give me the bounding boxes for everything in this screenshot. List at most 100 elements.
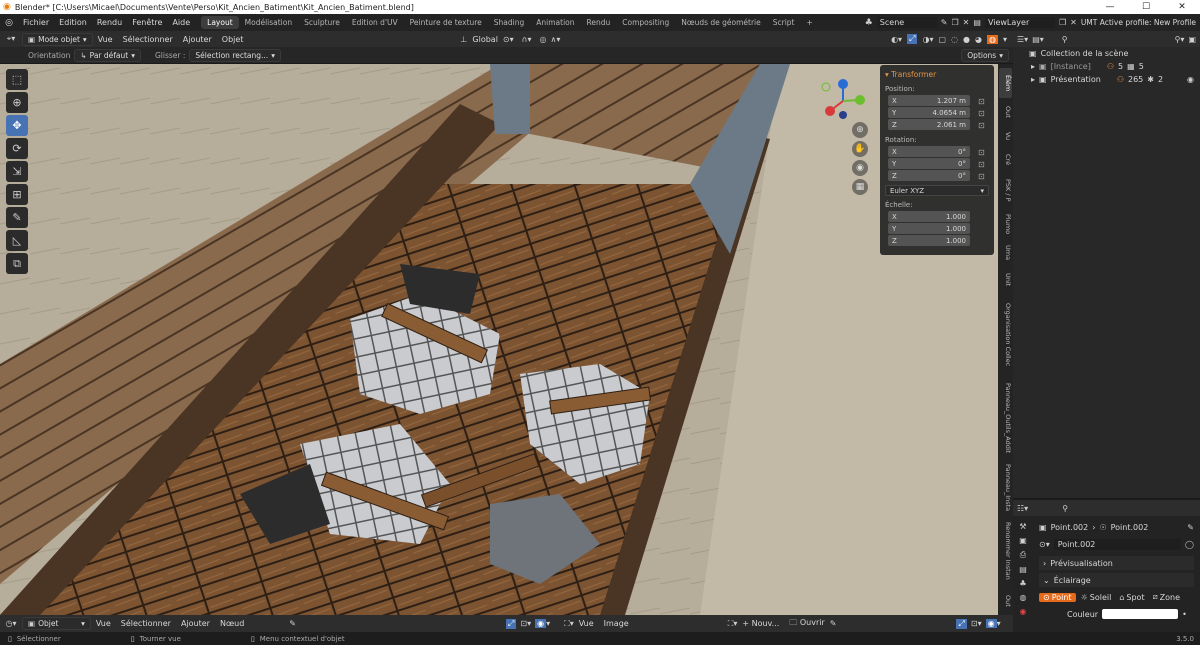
transform-tool-icon[interactable]: ⊞ bbox=[6, 184, 28, 205]
drag-dropdown[interactable]: Sélection rectang... ▾ bbox=[189, 48, 281, 62]
expand-arrow-icon[interactable]: ▸ bbox=[1031, 75, 1035, 84]
search-icon[interactable]: ⚲ bbox=[1062, 35, 1068, 44]
editor-type-icon[interactable]: ⌖▾ bbox=[0, 34, 22, 44]
outliner-editor-icon[interactable]: ☰▾ bbox=[1017, 35, 1028, 44]
tab-rendu[interactable]: Rendu bbox=[581, 16, 617, 29]
snap-icon[interactable]: ∩▾ bbox=[522, 35, 532, 44]
tab-organisation-collec[interactable]: Organisation Collec bbox=[999, 296, 1012, 374]
pin-icon[interactable]: ✎ bbox=[289, 619, 296, 628]
close-button[interactable]: ✕ bbox=[1164, 2, 1200, 12]
tab-compositing[interactable]: Compositing bbox=[616, 16, 675, 29]
tab-out[interactable]: Out bbox=[999, 102, 1012, 122]
light-type-area[interactable]: ⧄ Zone bbox=[1150, 592, 1183, 602]
tab-noeuds-geometrie[interactable]: Nœuds de géométrie bbox=[675, 16, 766, 29]
view-toggle-icon[interactable]: ◉ bbox=[985, 619, 997, 628]
object-mode-selector[interactable]: ▣ Objet ▾ bbox=[22, 617, 91, 630]
position-y-field[interactable]: Y 4.0654 m bbox=[888, 107, 970, 118]
copy-icon[interactable]: ❐ bbox=[952, 18, 959, 27]
menu-vue-bottom[interactable]: Vue bbox=[91, 619, 116, 628]
scale-x-field[interactable]: X 1.000 bbox=[888, 211, 970, 222]
color-swatch[interactable] bbox=[1102, 609, 1179, 619]
tab-element[interactable]: Élém bbox=[999, 68, 1012, 98]
tab-layout[interactable]: Layout bbox=[201, 16, 239, 29]
rotation-z-field[interactable]: Z 0° bbox=[888, 170, 970, 181]
scene-tab-icon[interactable]: ♣ bbox=[1019, 579, 1026, 588]
timeline-editor-icon[interactable]: ◷▾ bbox=[0, 619, 22, 628]
gizmo-toggle-icon[interactable]: ⤢ bbox=[505, 618, 517, 629]
maximize-button[interactable]: ☐ bbox=[1128, 2, 1164, 12]
image-browse-icon[interactable]: ⛶▾ bbox=[728, 619, 738, 629]
tab-out-2[interactable]: Out bbox=[999, 590, 1012, 612]
properties-search-icon[interactable]: ⚲ bbox=[1062, 504, 1068, 513]
tab-panneau-insta[interactable]: Panneau_Insta bbox=[999, 464, 1012, 511]
world-tab-icon[interactable]: ◍ bbox=[1020, 593, 1027, 602]
tab-edition-uv[interactable]: Edition d'UV bbox=[346, 16, 404, 29]
render-tab-icon[interactable]: ▣ bbox=[1019, 536, 1027, 545]
gizmo-toggle-icon[interactable]: ⤢ bbox=[907, 34, 918, 44]
tab-creer[interactable]: Cré bbox=[999, 150, 1012, 170]
solid-shading-icon[interactable]: ● bbox=[963, 35, 970, 44]
rotate-tool-icon[interactable]: ⟳ bbox=[6, 138, 28, 159]
menu-fenetre[interactable]: Fenêtre bbox=[127, 18, 167, 27]
lock-icon[interactable]: ⊡ bbox=[978, 172, 985, 181]
annotate-tool-icon[interactable]: ✎ bbox=[6, 207, 28, 228]
fake-user-icon[interactable]: ◯ bbox=[1185, 540, 1194, 549]
menu-edition[interactable]: Edition bbox=[54, 18, 92, 27]
tab-psk[interactable]: PSK / P bbox=[999, 174, 1012, 206]
close-viewlayer-icon[interactable]: ✕ bbox=[1070, 18, 1077, 27]
decorate-dot-icon[interactable]: • bbox=[1182, 610, 1187, 619]
outliner-item-presentation[interactable]: ▸ ▣ Présentation ⚇ 265 ✱ 2 ◉ bbox=[1013, 73, 1200, 86]
scene-collection-row[interactable]: ▣ Collection de la scène bbox=[1013, 47, 1200, 60]
filter-icon[interactable]: ⚲▾ bbox=[1175, 35, 1185, 44]
image-editor-icon[interactable]: ⛶▾ bbox=[564, 619, 574, 629]
overlay-toggle-icon[interactable]: ⊡▾ bbox=[520, 619, 531, 628]
view-options-icon[interactable]: ▾ bbox=[546, 619, 550, 628]
light-type-sun[interactable]: ☼ Soleil bbox=[1078, 593, 1115, 602]
close-icon[interactable]: ✕ bbox=[963, 18, 970, 27]
tab-modelisation[interactable]: Modélisation bbox=[239, 16, 298, 29]
tab-panneau-outils[interactable]: Panneau_Outils_Addit bbox=[999, 376, 1012, 460]
rotation-x-field[interactable]: X 0° bbox=[888, 146, 970, 157]
tab-sculpture[interactable]: Sculpture bbox=[298, 16, 346, 29]
material-shading-icon[interactable]: ◕ bbox=[975, 35, 982, 44]
lock-icon[interactable]: ⊡ bbox=[978, 97, 985, 106]
navigation-gizmo[interactable] bbox=[818, 76, 868, 126]
zoom-icon[interactable]: ⊕ bbox=[852, 122, 868, 138]
add-workspace-button[interactable]: + bbox=[801, 16, 819, 29]
tab-vue[interactable]: Vu bbox=[999, 126, 1012, 146]
outliner-item-instance[interactable]: ▸ ▣ [Instance] ⚇ 5 ▦ 5 bbox=[1013, 60, 1200, 73]
menu-vue[interactable]: Vue bbox=[93, 35, 118, 44]
tab-shading[interactable]: Shading bbox=[488, 16, 530, 29]
transform-panel-title[interactable]: ▾ Transformer bbox=[885, 70, 989, 79]
lock-icon[interactable]: ⊡ bbox=[978, 121, 985, 130]
scene-selector[interactable]: Scene bbox=[876, 17, 937, 28]
pan-hand-icon[interactable]: ✋ bbox=[852, 141, 868, 157]
lock-icon[interactable]: ⊡ bbox=[978, 148, 985, 157]
tab-script[interactable]: Script bbox=[767, 16, 801, 29]
overlay-toggle-icon[interactable]: ⊡▾ bbox=[971, 619, 982, 628]
menu-selectionner[interactable]: Sélectionner bbox=[118, 35, 178, 44]
gizmo-toggle-icon[interactable]: ⤢ bbox=[956, 618, 967, 629]
light-type-spot[interactable]: ⌂ Spot bbox=[1116, 593, 1147, 602]
object-tab-icon[interactable]: ◉ bbox=[1020, 607, 1027, 616]
lock-icon[interactable]: ⊡ bbox=[978, 109, 985, 118]
light-type-point[interactable]: ⊙ Point bbox=[1039, 592, 1076, 602]
rotation-y-field[interactable]: Y 0° bbox=[888, 158, 970, 169]
mode-selector[interactable]: ▣ Mode objet ▾ bbox=[22, 32, 93, 46]
tab-animation[interactable]: Animation bbox=[530, 16, 580, 29]
perspective-grid-icon[interactable]: ▦ bbox=[852, 179, 868, 195]
overlay-icon[interactable]: ◑▾ bbox=[922, 35, 933, 44]
view-layer-tab-icon[interactable]: ▤ bbox=[1019, 565, 1027, 574]
display-mode-icon[interactable]: ▤▾ bbox=[1032, 35, 1044, 44]
view-options-icon[interactable]: ▾ bbox=[997, 619, 1001, 628]
position-z-field[interactable]: Z 2.061 m bbox=[888, 119, 970, 130]
scale-y-field[interactable]: Y 1.000 bbox=[888, 223, 970, 234]
menu-ajouter-bottom[interactable]: Ajouter bbox=[176, 619, 215, 628]
rotation-mode-dropdown[interactable]: Euler XYZ ▾ bbox=[885, 185, 989, 196]
shading-options-icon[interactable]: ▾ bbox=[1003, 35, 1007, 44]
wireframe-shading-icon[interactable]: ◌ bbox=[951, 35, 958, 44]
expand-arrow-icon[interactable]: ▸ bbox=[1031, 62, 1035, 71]
transform-orientation-selector[interactable]: Global bbox=[467, 35, 503, 44]
tab-plumo[interactable]: Plumo bbox=[999, 210, 1012, 238]
menu-fichier[interactable]: Fichier bbox=[18, 18, 54, 27]
